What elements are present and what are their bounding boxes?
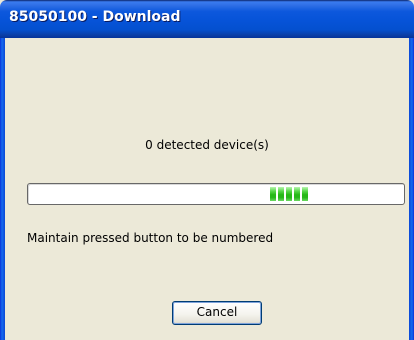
progress-bar [27,183,405,205]
detected-devices-label: 0 detected device(s) [145,138,269,152]
progress-chunk [286,187,292,201]
cancel-button[interactable]: Cancel [172,301,262,325]
progress-marquee [270,187,308,201]
instruction-label: Maintain pressed button to be numbered [27,231,274,245]
window-title: 85050100 - Download [9,9,181,25]
progress-chunk [278,187,284,201]
window-frame-right [409,38,414,340]
progress-chunk [294,187,300,201]
progress-chunk [302,187,308,201]
title-bar[interactable]: 85050100 - Download [0,0,414,38]
progress-chunk [270,187,276,201]
download-dialog: 85050100 - Download 0 detected device(s)… [0,0,414,340]
dialog-body: 0 detected device(s) Maintain pressed bu… [5,38,409,340]
